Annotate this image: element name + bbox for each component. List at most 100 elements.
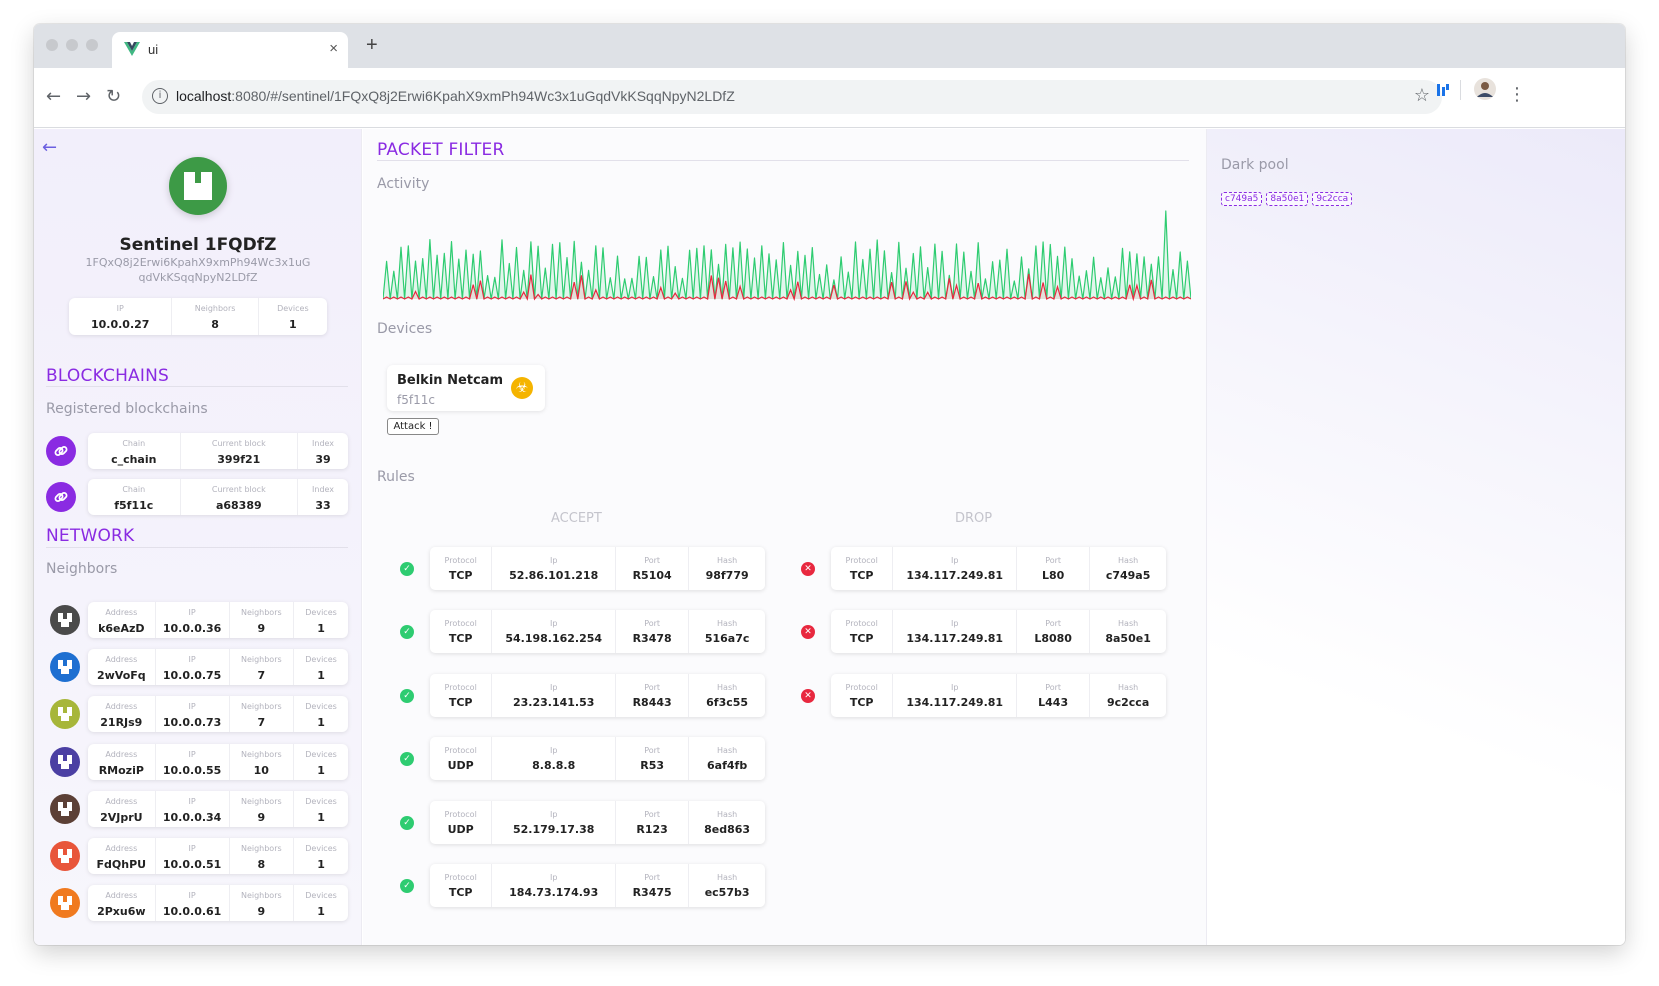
accept-rule-card[interactable]: Protocol TCP Ip 54.198.162.254 Port R3478 Hash… [430,610,765,654]
accept-rule-card[interactable]: Protocol UDP Ip 8.8.8.8 Port R53 Hash 6af4fb [430,737,765,781]
neighbor-address: Address FdQhPU [88,838,156,874]
rule-hash: Hash 8ed863 [704,809,751,836]
rule-port: Port R8443 [616,673,690,717]
rule-port: Port R53 [616,737,690,781]
identicon-icon [58,801,72,816]
rule-protocol: Protocol TCP [430,610,493,654]
rule-protocol: Protocol TCP [430,547,493,590]
device-name: Belkin Netcam [397,373,503,388]
neighbor-avatar [50,699,80,730]
tab-close-icon[interactable]: × [329,40,338,57]
toolbar-divider [1460,80,1461,100]
rule-protocol: Protocol UDP [430,737,493,781]
chain-name: Chain f5f11c [88,479,181,515]
rule-hash: Hash 516a7c [704,619,750,646]
chain-link-icon [46,482,76,512]
maximize-window-dot[interactable] [86,39,98,51]
neighbor-address: Address 2wVoFq [88,649,156,686]
neighbor-ip: IP 10.0.0.73 [156,696,230,733]
neighbor-devices: Devices 1 [305,891,337,919]
neighbor-ip: IP 10.0.0.34 [156,790,230,827]
dark-pool-chip[interactable]: 8a50e1 [1266,192,1309,206]
drop-icon: ✕ [801,562,815,576]
sentinel-sidebar: ← Sentinel 1FQDfZ 1FQxQ8j2Erwi6KpahX9xmP… [34,129,362,945]
rule-hash: Hash 98f779 [705,556,749,582]
blockchain-card[interactable]: Chain c_chain Current block 399f21 Index 39 [88,433,348,469]
identicon-icon [58,613,72,627]
sentinel-id: 1FQxQ8j2Erwi6KpahX9xmPh94Wc3x1uGqdVkKSqq… [85,256,311,284]
neighbor-row[interactable]: Address RMoziP IP 10.0.0.55 Neighbors 10 Devic… [88,743,348,780]
drop-rule-card[interactable]: Protocol TCP Ip 134.117.249.81 Port L443 Hash 9… [831,673,1166,717]
stat-devices: Devices 1 [277,304,309,331]
neighbor-avatar [50,888,80,919]
rule-ip: Ip 184.73.174.93 [492,864,617,907]
back-arrow-icon[interactable]: ← [42,137,57,158]
blockchains-heading: BLOCKCHAINS [46,366,170,386]
drop-icon: ✕ [801,625,815,640]
accept-rule-card[interactable]: Protocol TCP Ip 23.23.141.53 Port R8443 Hash 6f… [430,673,765,717]
bookmark-star-icon[interactable]: ☆ [1414,85,1430,106]
dark-pool-heading: Dark pool [1221,157,1289,173]
rule-ip: Ip 23.23.141.53 [492,673,617,717]
neighbor-row[interactable]: Address k6eAzD IP 10.0.0.36 Neighbors 9 Device… [88,602,348,638]
accept-rule-card[interactable]: Protocol TCP Ip 184.73.174.93 Port R3475 Hash e… [430,864,765,907]
extension-icon[interactable] [1436,82,1450,98]
sentinel-identicon-icon [184,172,212,200]
rule-ip: Ip 134.117.249.81 [893,673,1018,717]
rule-protocol: Protocol TCP [831,547,894,590]
neighbor-row[interactable]: Address 2VJprU IP 10.0.0.34 Neighbors 9 Device… [88,790,348,827]
accept-icon: ✓ [400,562,414,576]
rule-hash: Hash 6af4fb [707,746,748,773]
blockchain-card[interactable]: Chain f5f11c Current block a68389 Index 33 [88,479,348,515]
neighbor-devices: Devices 1 [305,702,337,730]
chain-index: Index 39 [312,439,335,466]
neighbor-row[interactable]: Address 2wVoFq IP 10.0.0.75 Neighbors 7 Device… [88,649,348,686]
new-tab-button[interactable]: + [366,34,378,57]
neighbor-ip: IP 10.0.0.55 [156,743,230,780]
packet-filter-panel: PACKET FILTER Activity Devices Belkin Ne… [363,129,1206,945]
browser-menu-icon[interactable]: ⋮ [1508,84,1526,105]
neighbor-ip: IP 10.0.0.75 [156,649,230,686]
neighbor-row[interactable]: Address 21RJs9 IP 10.0.0.73 Neighbors 7 Device… [88,696,348,733]
rule-protocol: Protocol TCP [430,864,493,907]
neighbor-row[interactable]: Address 2Pxu6w IP 10.0.0.61 Neighbors 9 Device… [88,885,348,922]
forward-button[interactable]: → [76,86,91,107]
accept-icon: ✓ [400,752,414,767]
address-bar[interactable]: i localhost:8080/#/sentinel/1FQxQ8j2Erwi… [142,80,1442,114]
rule-hash: Hash c749a5 [1105,556,1151,582]
reload-button[interactable]: ↻ [106,86,121,107]
attack-button[interactable]: Attack ! [387,418,439,435]
accept-column-heading: ACCEPT [551,511,602,526]
divider [46,547,348,548]
profile-avatar-icon[interactable] [1474,78,1496,100]
rule-ip: Ip 8.8.8.8 [492,737,617,781]
neighbors-label: Neighbors [46,561,118,577]
site-info-icon[interactable]: i [152,88,168,104]
identicon-icon [58,896,72,911]
drop-rule-card[interactable]: Protocol TCP Ip 134.117.249.81 Port L80 Hash c7… [831,547,1166,590]
chain-link-icon [46,436,76,466]
stat-ip: IP 10.0.0.27 [69,298,173,335]
url-text[interactable]: localhost:8080/#/sentinel/1FQxQ8j2Erwi6K… [176,88,735,104]
back-button[interactable]: ← [46,86,61,107]
browser-tab[interactable]: ui × [112,32,348,68]
accept-rule-card[interactable]: Protocol UDP Ip 52.179.17.38 Port R123 Hash 8ed… [430,800,765,844]
drop-rule-card[interactable]: Protocol TCP Ip 134.117.249.81 Port L8080 Hash… [831,610,1166,654]
dark-pool-chip[interactable]: 9c2cca [1312,192,1353,206]
neighbor-devices: Devices 1 [305,749,337,777]
rule-ip: Ip 52.179.17.38 [492,800,617,844]
accept-rule-card[interactable]: Protocol TCP Ip 52.86.101.218 Port R5104 Hash 9… [430,547,765,590]
rule-hash: Hash 6f3c55 [706,682,749,709]
identicon-icon [58,707,72,722]
minimize-window-dot[interactable] [66,39,78,51]
neighbor-ip: IP 10.0.0.51 [156,838,230,874]
neighbor-neighbors: Neighbors 10 [230,743,295,780]
sentinel-avatar [169,157,227,215]
device-card[interactable]: Belkin Netcam f5f11c ☣ [387,365,545,411]
close-window-dot[interactable] [46,39,58,51]
rule-port: Port R123 [616,800,690,844]
divider [46,386,348,387]
neighbor-row[interactable]: Address FdQhPU IP 10.0.0.51 Neighbors 8 Device… [88,838,348,874]
dark-pool-chip[interactable]: c749a5 [1221,192,1263,206]
neighbor-neighbors: Neighbors 7 [230,696,295,733]
